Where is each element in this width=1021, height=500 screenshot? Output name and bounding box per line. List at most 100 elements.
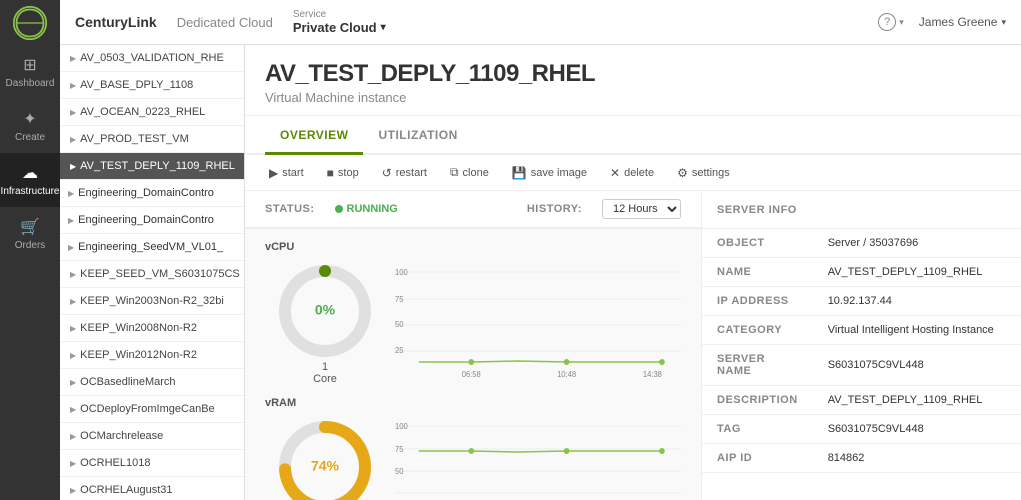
sidebar-item-oc-rhel[interactable]: OCRHEL1018 xyxy=(60,450,244,477)
server-info-value: S6031075C9VL448 xyxy=(813,415,1021,444)
user-dropdown-icon: ▾ xyxy=(1001,17,1006,28)
restart-button[interactable]: ↺ restart xyxy=(378,164,431,182)
vram-donut-svg: 74% xyxy=(275,417,375,500)
sidebar-item-keep-win2012[interactable]: KEEP_Win2012Non-R2 xyxy=(60,342,244,369)
vcpu-chart-svg: 100 75 50 25 06:5 xyxy=(395,267,681,377)
arrow-icon xyxy=(70,295,80,307)
arrow-icon xyxy=(70,322,80,334)
sidebar-item-keep-win2008[interactable]: KEEP_Win2008Non-R2 xyxy=(60,315,244,342)
vram-donut: 74% xyxy=(265,417,385,500)
arrow-icon xyxy=(70,457,80,469)
infrastructure-icon: ☁ xyxy=(22,163,38,183)
stop-icon: ■ xyxy=(327,166,334,180)
sidebar-item-dashboard[interactable]: ⊞ Dashboard xyxy=(0,45,60,99)
server-info-row: NAMEAV_TEST_DEPLY_1109_RHEL xyxy=(702,258,1021,287)
server-info-key: NAME xyxy=(702,258,813,287)
server-info-value: Virtual Intelligent Hosting Instance xyxy=(813,316,1021,345)
sidebar-item-keep-seed[interactable]: KEEP_SEED_VM_S6031075CS xyxy=(60,261,244,288)
sidebar-item-label: OCRHELAugust31 xyxy=(80,484,172,496)
sidebar-item-label: Engineering_SeedVM_VL01_ xyxy=(78,241,223,253)
sidebar-item-av-prod[interactable]: AV_PROD_TEST_VM xyxy=(60,126,244,153)
dashboard-label: Dashboard xyxy=(6,78,55,89)
save-image-button[interactable]: 💾 save image xyxy=(508,164,591,182)
tab-utilization[interactable]: UTILIZATION xyxy=(363,116,472,155)
tabs: OVERVIEW UTILIZATION xyxy=(245,116,1021,155)
history-select[interactable]: 12 Hours 24 Hours 7 Days xyxy=(602,199,681,219)
sidebar-item-av-0503[interactable]: AV_0503_VALIDATION_RHE xyxy=(60,45,244,72)
server-info-value: AV_TEST_DEPLY_1109_RHEL xyxy=(813,386,1021,415)
arrow-icon xyxy=(70,268,80,280)
page-header: AV_TEST_DEPLY_1109_RHEL Virtual Machine … xyxy=(245,45,1021,116)
sidebar-item-keep-win2003[interactable]: KEEP_Win2003Non-R2_32bi xyxy=(60,288,244,315)
vcpu-core-label: Core xyxy=(313,373,337,385)
main-wrapper: AV_0503_VALIDATION_RHE AV_BASE_DPLY_1108… xyxy=(60,45,1021,500)
start-button[interactable]: ▶ start xyxy=(265,164,308,182)
sidebar-item-label: KEEP_Win2012Non-R2 xyxy=(80,349,197,361)
server-info-key: IP ADDRESS xyxy=(702,287,813,316)
sidebar-item-av-test[interactable]: AV_TEST_DEPLY_1109_RHEL xyxy=(60,153,244,180)
sidebar-item-av-base[interactable]: AV_BASE_DPLY_1108 xyxy=(60,72,244,99)
svg-text:100: 100 xyxy=(395,421,408,430)
dashboard-icon: ⊞ xyxy=(23,55,36,75)
vcpu-core-count: 1 xyxy=(322,361,328,373)
logo xyxy=(0,0,60,45)
sidebar-item-eng-seed[interactable]: Engineering_SeedVM_VL01_ xyxy=(60,234,244,261)
server-info-panel: OBJECTServer / 35037696NAMEAV_TEST_DEPLY… xyxy=(701,229,1021,500)
service-selector[interactable]: Service Private Cloud xyxy=(293,9,386,35)
sidebar: AV_0503_VALIDATION_RHE AV_BASE_DPLY_1108… xyxy=(60,45,245,500)
sidebar-item-orders[interactable]: 🛒 Orders xyxy=(0,207,60,261)
sidebar-item-av-ocean[interactable]: AV_OCEAN_0223_RHEL xyxy=(60,99,244,126)
user-menu[interactable]: James Greene ▾ xyxy=(919,15,1006,29)
server-info-key: SERVER NAME xyxy=(702,345,813,386)
create-icon: ✦ xyxy=(23,109,36,129)
sidebar-item-oc-march[interactable]: OCMarchrelease xyxy=(60,423,244,450)
server-info-value: Server / 35037696 xyxy=(813,229,1021,258)
sidebar-item-label: Engineering_DomainContro xyxy=(78,187,214,199)
dedicated-cloud: Dedicated Cloud xyxy=(177,15,273,30)
settings-icon: ⚙ xyxy=(677,166,688,180)
tab-overview[interactable]: OVERVIEW xyxy=(265,116,363,155)
restart-label: restart xyxy=(396,167,427,179)
sidebar-item-label: OCDeployFromImgeCanBe xyxy=(80,403,215,415)
arrow-icon xyxy=(70,349,80,361)
sidebar-item-infrastructure[interactable]: ☁ Infrastructure xyxy=(0,153,60,207)
settings-label: settings xyxy=(692,167,730,179)
service-value[interactable]: Private Cloud xyxy=(293,20,386,35)
header-right: ? ▾ James Greene ▾ xyxy=(878,13,1006,31)
save-image-label: save image xyxy=(531,167,587,179)
server-info-value: 814862 xyxy=(813,444,1021,473)
action-bar: ▶ start ■ stop ↺ restart ⧉ clone 💾 save … xyxy=(245,155,1021,191)
server-info-row: AIP ID814862 xyxy=(702,444,1021,473)
settings-button[interactable]: ⚙ settings xyxy=(673,164,734,182)
sidebar-item-oc-basedline[interactable]: OCBasedlineMarch xyxy=(60,369,244,396)
metrics-server-container: vCPU 0% 1 Core xyxy=(245,229,1021,500)
server-info-row: SERVER NAMES6031075C9VL448 xyxy=(702,345,1021,386)
restart-icon: ↺ xyxy=(382,166,392,180)
sidebar-item-oc-deploy[interactable]: OCDeployFromImgeCanBe xyxy=(60,396,244,423)
vcpu-content: 0% 1 Core xyxy=(265,261,681,385)
sidebar-item-eng-domain1[interactable]: Engineering_DomainContro xyxy=(60,180,244,207)
svg-text:100: 100 xyxy=(395,267,408,276)
vram-chart-svg: 100 75 50 xyxy=(395,421,681,500)
sidebar-item-create[interactable]: ✦ Create xyxy=(0,99,60,153)
arrow-icon xyxy=(68,241,78,253)
stop-button[interactable]: ■ stop xyxy=(323,164,363,182)
svg-text:75: 75 xyxy=(395,294,404,303)
help-button[interactable]: ? ▾ xyxy=(878,13,904,31)
sidebar-item-label: AV_BASE_DPLY_1108 xyxy=(80,79,193,91)
arrow-icon xyxy=(70,133,80,145)
delete-icon: ✕ xyxy=(610,166,620,180)
vcpu-title: vCPU xyxy=(265,241,681,253)
clone-button[interactable]: ⧉ clone xyxy=(446,163,493,182)
svg-text:50: 50 xyxy=(395,319,404,328)
sidebar-item-eng-domain2[interactable]: Engineering_DomainContro xyxy=(60,207,244,234)
arrow-icon xyxy=(70,376,80,388)
sidebar-item-label: KEEP_Win2008Non-R2 xyxy=(80,322,197,334)
svg-text:14:38: 14:38 xyxy=(643,369,662,376)
server-info-key: OBJECT xyxy=(702,229,813,258)
clone-icon: ⧉ xyxy=(450,165,459,180)
sidebar-item-oc-rhel-aug[interactable]: OCRHELAugust31 xyxy=(60,477,244,500)
delete-button[interactable]: ✕ delete xyxy=(606,164,658,182)
vram-content: 74% 100 75 50 xyxy=(265,417,681,500)
sidebar-item-label: KEEP_Win2003Non-R2_32bi xyxy=(80,295,224,307)
